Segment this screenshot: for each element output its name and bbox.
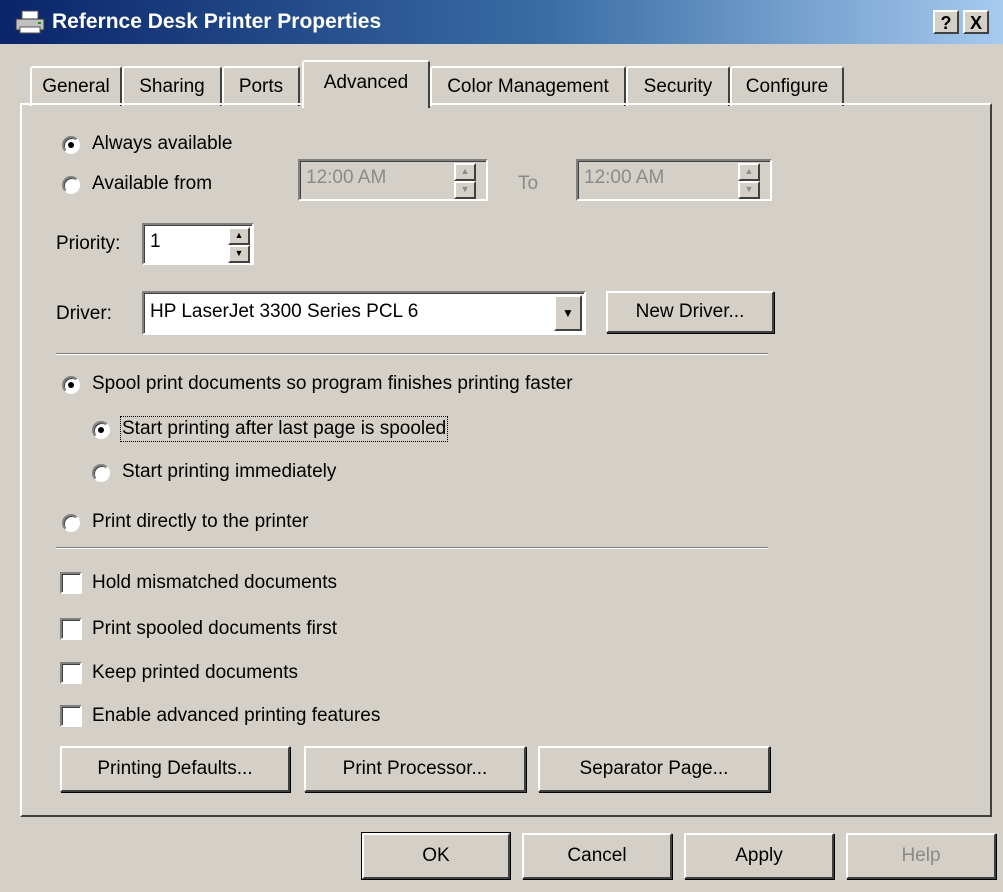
separator-page-button[interactable]: Separator Page... — [538, 746, 770, 792]
to-label: To — [518, 173, 539, 194]
new-driver-button[interactable]: New Driver... — [606, 291, 774, 333]
immediately-label: Start printing immediately — [122, 461, 337, 482]
print-directly-label: Print directly to the printer — [92, 511, 309, 532]
keep-printed-checkbox[interactable] — [60, 662, 82, 684]
separator — [56, 547, 768, 549]
apply-button[interactable]: Apply — [684, 833, 834, 879]
hold-mismatched-checkbox[interactable] — [60, 572, 82, 594]
driver-value: HP LaserJet 3300 Series PCL 6 — [150, 301, 419, 322]
print-directly-radio[interactable] — [62, 514, 80, 532]
always-available-label: Always available — [92, 133, 233, 154]
ok-button[interactable]: OK — [361, 832, 511, 880]
title-bar: Refernce Desk Printer Properties ? X — [0, 0, 1003, 44]
help-button[interactable]: Help — [846, 833, 996, 879]
close-button[interactable]: X — [963, 10, 989, 34]
hold-mismatched-label: Hold mismatched documents — [92, 572, 337, 593]
enable-advanced-label: Enable advanced printing features — [92, 705, 381, 726]
to-time-value: 12:00 AM — [584, 167, 665, 188]
always-available-radio[interactable] — [62, 136, 80, 154]
enable-advanced-checkbox[interactable] — [60, 705, 82, 727]
print-spooled-first-checkbox[interactable] — [60, 618, 82, 640]
separator — [56, 353, 768, 355]
tab-color-management[interactable]: Color Management — [430, 66, 626, 106]
tab-ports[interactable]: Ports — [222, 66, 300, 106]
spool-radio[interactable] — [62, 376, 80, 394]
after-last-page-label: Start printing after last page is spoole… — [119, 416, 449, 442]
tab-sharing[interactable]: Sharing — [122, 66, 222, 106]
cancel-button[interactable]: Cancel — [522, 833, 672, 879]
window-title: Refernce Desk Printer Properties — [52, 10, 382, 33]
available-from-radio[interactable] — [62, 176, 80, 194]
to-time-spin-up[interactable]: ▲ — [738, 163, 760, 181]
tab-configure[interactable]: Configure — [730, 66, 844, 106]
tab-general[interactable]: General — [30, 66, 122, 106]
tab-advanced[interactable]: Advanced — [302, 60, 430, 108]
driver-label: Driver: — [56, 303, 112, 324]
print-processor-button[interactable]: Print Processor... — [304, 746, 526, 792]
after-last-page-radio[interactable] — [92, 421, 110, 439]
advanced-panel: Always available Available from 12:00 AM… — [20, 103, 992, 817]
priority-value: 1 — [150, 231, 161, 252]
from-time-value: 12:00 AM — [306, 167, 387, 188]
to-time-spin-down[interactable]: ▼ — [738, 181, 760, 199]
spool-label: Spool print documents so program finishe… — [92, 373, 573, 394]
driver-select[interactable]: HP LaserJet 3300 Series PCL 6 ▼ — [142, 291, 586, 335]
printing-defaults-button[interactable]: Printing Defaults... — [60, 746, 290, 792]
priority-spin-down[interactable]: ▼ — [228, 245, 250, 263]
keep-printed-label: Keep printed documents — [92, 662, 298, 683]
printer-icon — [15, 10, 45, 34]
help-title-button[interactable]: ? — [933, 10, 959, 34]
from-time-spin-up[interactable]: ▲ — [454, 163, 476, 181]
priority-label: Priority: — [56, 233, 121, 254]
available-from-label: Available from — [92, 173, 213, 194]
priority-spin-up[interactable]: ▲ — [228, 227, 250, 245]
immediately-radio[interactable] — [92, 464, 110, 482]
tab-security[interactable]: Security — [626, 66, 730, 106]
print-spooled-first-label: Print spooled documents first — [92, 618, 338, 639]
chevron-down-icon[interactable]: ▼ — [554, 295, 582, 331]
from-time-spin-down[interactable]: ▼ — [454, 181, 476, 199]
